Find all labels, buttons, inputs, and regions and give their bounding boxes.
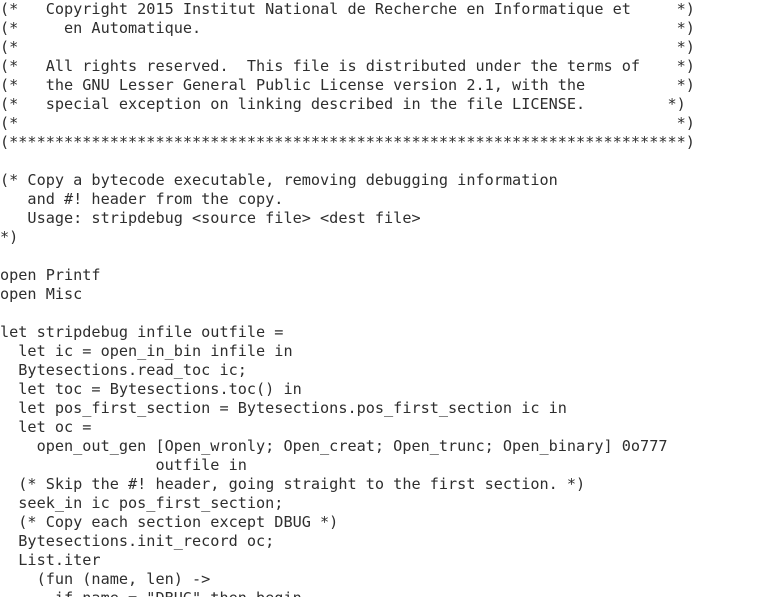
code-line: let oc = <box>0 418 92 436</box>
code-line: seek_in ic pos_first_section; <box>0 494 284 512</box>
code-line: let ic = open_in_bin infile in <box>0 342 293 360</box>
code-line: (* *) <box>0 38 695 56</box>
code-line: (* Skip the #! header, going straight to… <box>0 475 586 493</box>
code-line: Bytesections.init_record oc; <box>0 532 275 550</box>
code-line: let pos_first_section = Bytesections.pos… <box>0 399 567 417</box>
code-line: List.iter <box>0 551 101 569</box>
code-line: if name = "DBUG" then begin <box>0 589 782 597</box>
code-line: (***************************************… <box>0 133 695 151</box>
code-line: (* Copy a bytecode executable, removing … <box>0 171 558 189</box>
code-line: (* Copy each section except DBUG *) <box>0 513 339 531</box>
code-line: (* All rights reserved. This file is dis… <box>0 57 695 75</box>
code-line: (* special exception on linking describe… <box>0 95 686 113</box>
code-line: let toc = Bytesections.toc() in <box>0 380 302 398</box>
code-line: (* the GNU Lesser General Public License… <box>0 76 695 94</box>
code-line: open_out_gen [Open_wronly; Open_creat; O… <box>0 437 668 455</box>
code-line: open Misc <box>0 285 83 303</box>
code-line: (* Copyright 2015 Institut National de R… <box>0 0 695 18</box>
code-line: *) <box>0 228 19 246</box>
code-line: (* *) <box>0 114 695 132</box>
code-line: (fun (name, len) -> <box>0 570 211 588</box>
code-line: open Printf <box>0 266 101 284</box>
code-line: Usage: stripdebug <source file> <dest fi… <box>0 209 421 227</box>
code-line: and #! header from the copy. <box>0 190 284 208</box>
code-line: outfile in <box>0 456 247 474</box>
source-code-view[interactable]: (* Copyright 2015 Institut National de R… <box>0 0 782 597</box>
code-line: let stripdebug infile outfile = <box>0 323 284 341</box>
code-line: (* en Automatique. *) <box>0 19 695 37</box>
code-line: Bytesections.read_toc ic; <box>0 361 247 379</box>
